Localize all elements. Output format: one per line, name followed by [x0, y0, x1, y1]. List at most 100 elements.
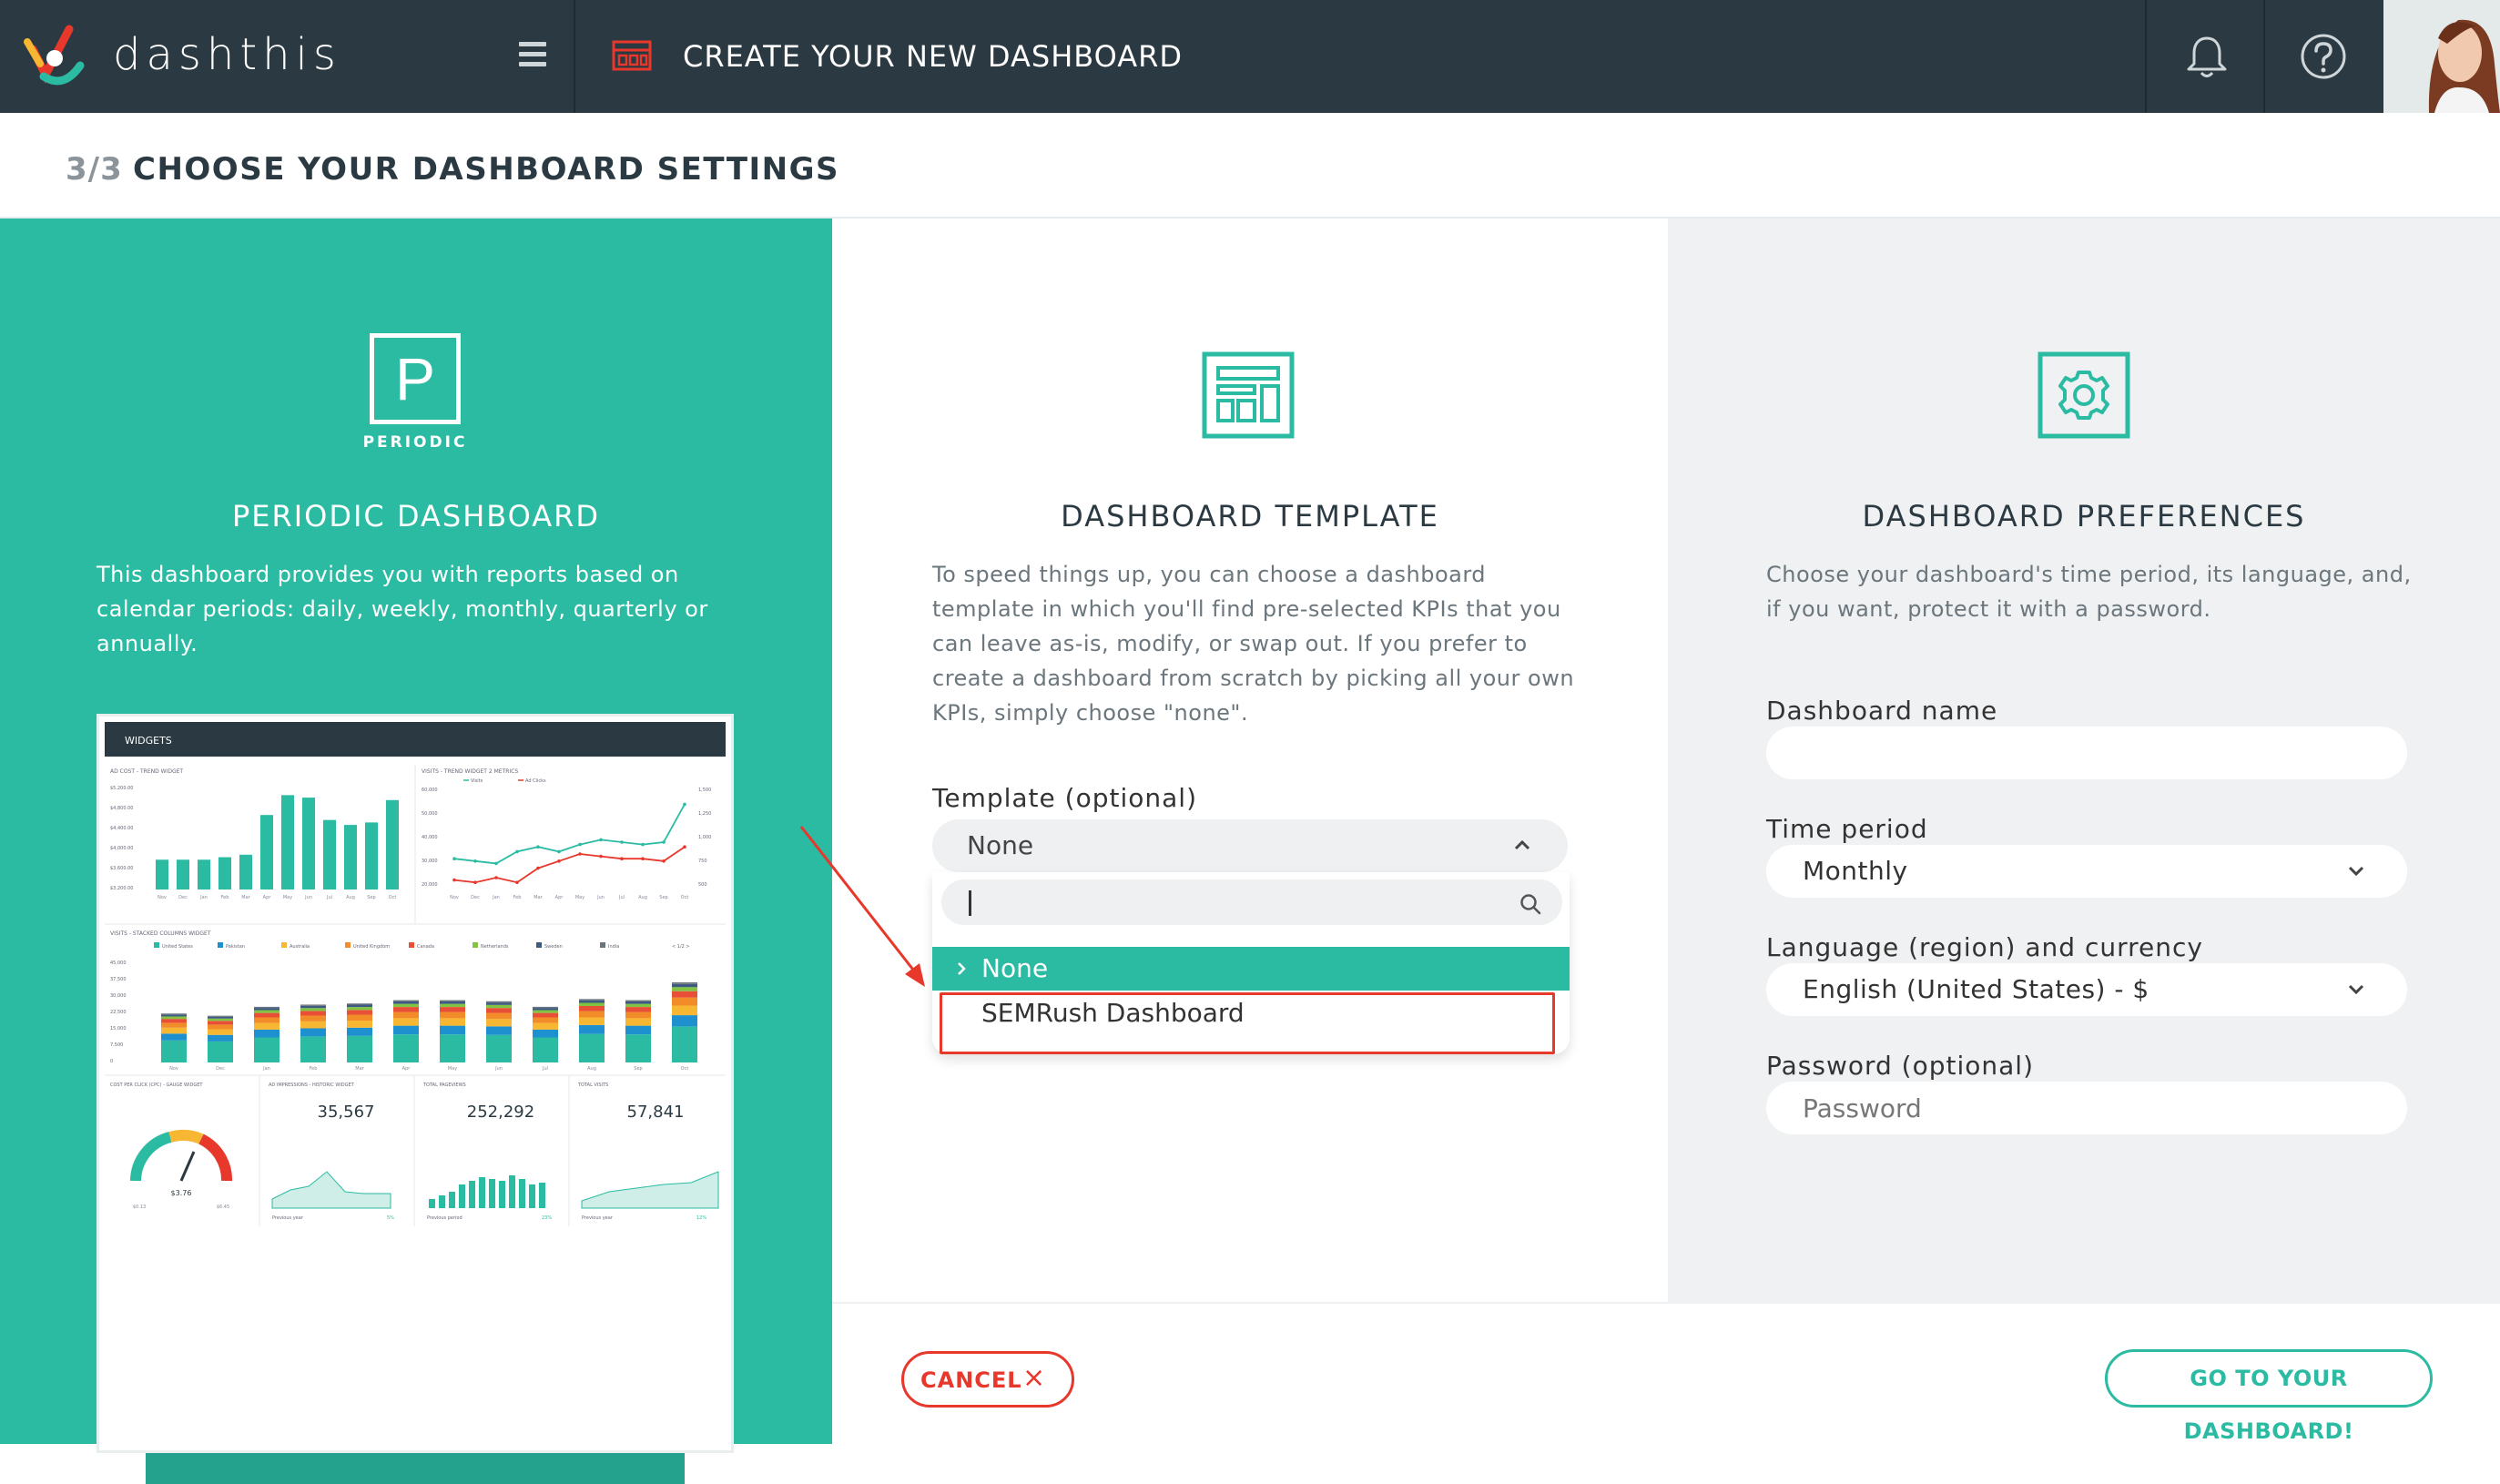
- time-period-value: Monthly: [1803, 856, 1908, 886]
- widget-title: TOTAL PAGEVIEWS: [422, 1083, 466, 1088]
- stacked-segment: [579, 1024, 605, 1034]
- axis-tick-label: 45,000: [110, 961, 127, 966]
- bar: [198, 859, 210, 889]
- legend-label: Sweden: [544, 944, 563, 950]
- kpi-change: 23%: [542, 1215, 552, 1221]
- stacked-segment: [254, 1029, 279, 1038]
- widget-title: COST PER CLICK (CPC) - GAUGE WIDGET: [110, 1083, 203, 1088]
- clicks-line-point: [662, 859, 666, 863]
- axis-tick-label: 500: [698, 882, 707, 888]
- clicks-line-point: [599, 854, 603, 859]
- bar: [156, 859, 168, 889]
- go-to-dashboard-button[interactable]: GO TO YOUR DASHBOARD!: [2105, 1349, 2433, 1444]
- stacked-segment: [393, 1025, 419, 1035]
- help-icon[interactable]: [2298, 31, 2349, 82]
- legend-label: United Kingdom: [353, 944, 390, 950]
- password-input[interactable]: [1766, 1082, 2407, 1134]
- template-label: Template (optional): [932, 783, 1197, 813]
- stacked-segment: [672, 987, 697, 991]
- time-period-select[interactable]: Monthly: [1766, 845, 2407, 898]
- stacked-segment: [393, 1003, 419, 1008]
- stacked-segment: [300, 1036, 326, 1062]
- axis-tick-label: 30,000: [110, 993, 127, 999]
- axis-tick-label: 1,000: [698, 835, 711, 840]
- stacked-segment: [347, 1010, 372, 1015]
- stacked-segment: [486, 1004, 512, 1009]
- stacked-segment: [486, 1008, 512, 1013]
- time-period-label: Time period: [1766, 814, 1928, 844]
- stacked-segment: [533, 1017, 558, 1023]
- axis-tick-label: Sep: [659, 895, 667, 900]
- visits-line-point: [452, 857, 456, 860]
- stacked-segment: [254, 1008, 279, 1011]
- kpi-compare-label: Previous year: [582, 1215, 614, 1221]
- close-icon: ×: [1022, 1362, 1047, 1394]
- legend-label: Australia: [290, 944, 310, 950]
- axis-tick-label: May: [283, 895, 292, 900]
- language-value: English (United States) - $: [1803, 974, 2149, 1004]
- axis-tick-label: Dec: [216, 1066, 225, 1072]
- cancel-button[interactable]: CANCEL ×: [901, 1351, 1074, 1408]
- template-option-none[interactable]: None: [932, 947, 1570, 991]
- stacked-segment: [347, 1004, 372, 1008]
- legend-swatch: [409, 942, 414, 948]
- dashboard-preferences-panel: DASHBOARD PREFERENCES Choose your dashbo…: [1668, 219, 2500, 1302]
- dashboard-name-input[interactable]: [1766, 727, 2407, 779]
- preview-header-bar: [105, 722, 726, 757]
- kpi-value: 57,841: [627, 1103, 685, 1122]
- stacked-segment: [625, 1011, 651, 1019]
- visits-line-point: [620, 840, 624, 844]
- stacked-segment: [347, 1007, 372, 1011]
- hamburger-menu-icon[interactable]: [510, 38, 555, 75]
- stacked-segment: [672, 991, 697, 998]
- visits-line-point: [515, 849, 519, 854]
- periodic-icon-letter: P: [394, 345, 436, 412]
- stacked-segment: [161, 1027, 187, 1034]
- stacked-segment: [533, 1037, 558, 1062]
- stacked-segment: [579, 999, 605, 1001]
- stacked-segment: [161, 1019, 187, 1023]
- stacked-segment: [208, 1041, 233, 1062]
- kpi-mini-bar: [459, 1184, 465, 1208]
- stacked-segment: [300, 1028, 326, 1037]
- axis-tick-label: Nov: [450, 895, 459, 900]
- stacked-segment: [579, 1017, 605, 1025]
- axis-tick-label: Jan: [492, 895, 500, 900]
- bar: [365, 822, 378, 889]
- stacked-segment: [486, 1026, 512, 1035]
- axis-tick-label: 750: [698, 859, 707, 864]
- axis-tick-label: Feb: [221, 895, 229, 900]
- legend-swatch: [536, 942, 542, 948]
- legend-label: Visits: [471, 778, 483, 784]
- kpi-mini-bar: [519, 1179, 525, 1208]
- template-select[interactable]: None: [932, 819, 1568, 872]
- stacked-segment: [161, 1022, 187, 1028]
- axis-tick-label: 1,250: [698, 811, 711, 817]
- stacked-segment: [347, 1021, 372, 1028]
- stacked-segment: [254, 1022, 279, 1030]
- kpi-mini-bar: [429, 1199, 435, 1208]
- dashboard-preview: WIDGETS AD COST - TREND WIDGET $5,200.00 $4…: [99, 717, 731, 1450]
- stacked-segment: [347, 1003, 372, 1005]
- axis-tick-label: Apr: [555, 895, 564, 900]
- kpi-change: 5%: [387, 1215, 394, 1221]
- stacked-segment: [579, 1000, 605, 1003]
- language-select[interactable]: English (United States) - $: [1766, 963, 2407, 1016]
- preview-stand: [146, 1453, 685, 1484]
- highlight-box: [940, 992, 1555, 1054]
- user-avatar[interactable]: [2383, 0, 2500, 113]
- widget-title: AD IMPRESSIONS - HISTORIC WIDGET: [269, 1083, 355, 1088]
- legend-label: United States: [162, 944, 193, 950]
- axis-tick-label: Apr: [263, 895, 272, 900]
- stacked-segment: [625, 1034, 651, 1062]
- bell-icon[interactable]: [2181, 31, 2232, 82]
- stacked-segment: [300, 1004, 326, 1006]
- stacked-segment: [208, 1034, 233, 1042]
- stacked-segment: [300, 1005, 326, 1009]
- logo-icon[interactable]: [24, 22, 87, 91]
- clicks-line-point: [620, 857, 624, 860]
- template-search-input[interactable]: [941, 879, 1562, 925]
- stacked-segment: [579, 1002, 605, 1006]
- chevron-right-icon: [958, 962, 966, 975]
- stacked-segment: [161, 1040, 187, 1062]
